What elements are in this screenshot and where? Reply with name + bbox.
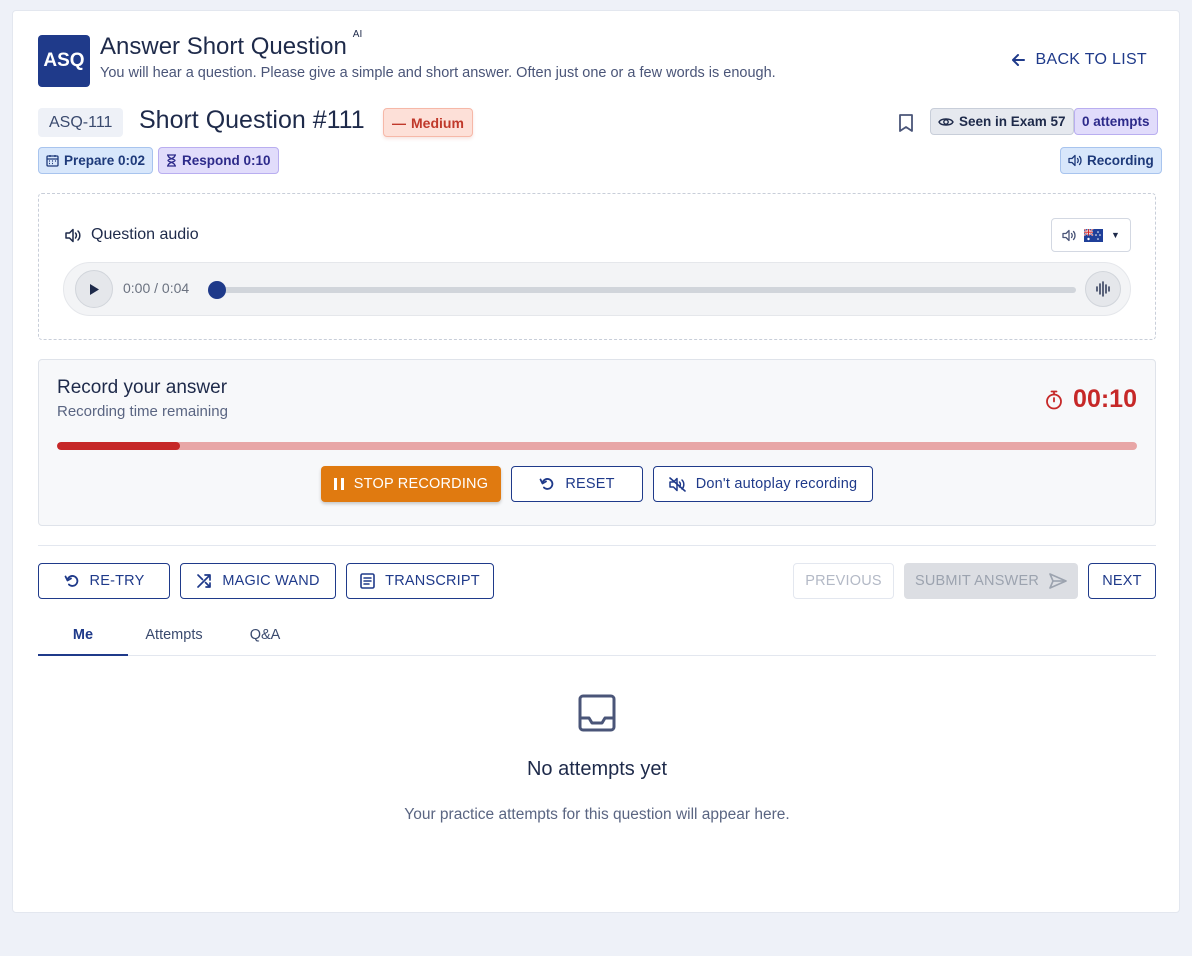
shuffle-icon	[197, 574, 212, 588]
asq-logo: ASQ	[38, 35, 90, 87]
eye-icon	[938, 117, 954, 126]
respond-label: Respond 0:10	[182, 153, 271, 168]
next-button[interactable]: NEXT	[1088, 563, 1156, 599]
audio-label-text: Question audio	[91, 226, 199, 243]
transcript-label: TRANSCRIPT	[385, 573, 480, 589]
question-id-chip: ASQ-111	[38, 108, 124, 137]
chevron-down-icon: ▼	[1111, 230, 1120, 240]
record-subtitle: Recording time remaining	[57, 403, 228, 420]
hourglass-icon	[167, 154, 176, 167]
submit-label: SUBMIT ANSWER	[915, 573, 1039, 589]
bookmark-icon[interactable]	[897, 113, 915, 133]
dash-icon: —	[392, 114, 406, 131]
pause-icon	[333, 478, 344, 490]
audio-seek-handle[interactable]	[208, 281, 226, 299]
stopwatch-icon	[1046, 390, 1062, 409]
inbox-icon	[578, 694, 616, 732]
back-label: BACK TO LIST	[1035, 51, 1147, 68]
tab-me[interactable]: Me	[38, 627, 128, 656]
retry-button[interactable]: RE-TRY	[38, 563, 170, 599]
recording-mode-badge: Recording	[1060, 147, 1162, 174]
record-title: Record your answer	[57, 377, 228, 398]
recording-progress-fill	[57, 442, 181, 450]
reset-label: RESET	[565, 476, 615, 492]
rotate-left-icon	[539, 478, 554, 490]
section-divider	[38, 545, 1156, 546]
rotate-left-icon	[64, 575, 78, 587]
document-icon	[360, 573, 375, 589]
attempts-count-badge: 0 attempts	[1074, 108, 1158, 135]
prepare-label: Prepare 0:02	[64, 153, 146, 168]
calendar-icon	[46, 155, 59, 167]
play-icon	[89, 283, 99, 295]
difficulty-badge: — Medium	[383, 108, 473, 137]
speaker-icon	[1068, 154, 1082, 167]
record-answer-panel: Record your answer Recording time remain…	[38, 359, 1156, 526]
mode-label: Recording	[1087, 153, 1154, 168]
page-title: Answer Short Question AI	[100, 29, 362, 61]
speaker-icon	[1062, 229, 1076, 241]
question-title: Short Question #111	[139, 106, 365, 134]
audio-player: 0:00 / 0:04	[63, 262, 1131, 316]
tab-qa[interactable]: Q&A	[233, 627, 297, 656]
send-icon	[1049, 573, 1067, 589]
difficulty-label: Medium	[411, 114, 464, 131]
australia-flag-icon	[1084, 228, 1104, 242]
autoplay-label: Don't autoplay recording	[695, 476, 858, 492]
prepare-time-badge: Prepare 0:02	[38, 147, 154, 174]
timer-value: 00:10	[1073, 385, 1137, 413]
recording-progress-bar	[57, 442, 1137, 450]
ai-tag: AI	[352, 29, 363, 40]
back-to-list-button[interactable]: BACK TO LIST	[1010, 51, 1148, 69]
tab-attempts[interactable]: Attempts	[131, 627, 217, 656]
seen-label: Seen in Exam 57	[959, 114, 1066, 129]
speaker-muted-icon	[668, 476, 686, 492]
page-title-text: Answer Short Question	[100, 33, 347, 60]
magic-wand-label: MAGIC WAND	[222, 573, 320, 589]
stop-recording-button[interactable]: STOP RECORDING	[321, 466, 501, 502]
transcript-button[interactable]: TRANSCRIPT	[346, 563, 494, 599]
audio-time: 0:00 / 0:04	[123, 280, 190, 296]
audio-seek-track[interactable]	[210, 287, 1076, 293]
seen-in-exam-badge: Seen in Exam 57	[930, 108, 1074, 135]
page-subtitle: You will hear a question. Please give a …	[100, 65, 776, 81]
play-button[interactable]	[75, 270, 113, 308]
magic-wand-button[interactable]: MAGIC WAND	[180, 563, 336, 599]
arrow-left-icon	[1011, 54, 1025, 66]
reset-button[interactable]: RESET	[511, 466, 643, 502]
empty-state-text: Your practice attempts for this question…	[404, 806, 790, 823]
previous-button[interactable]: PREVIOUS	[793, 563, 894, 599]
submit-answer-button[interactable]: SUBMIT ANSWER	[904, 563, 1078, 599]
waveform-icon	[1096, 281, 1110, 297]
question-audio-panel: Question audio ▼ 0:00 / 0:04	[38, 193, 1156, 340]
audio-accent-dropdown[interactable]: ▼	[1051, 218, 1131, 252]
empty-state-title: No attempts yet	[526, 758, 668, 780]
retry-label: RE-TRY	[89, 573, 145, 589]
speaker-icon	[65, 228, 81, 242]
stop-recording-label: STOP RECORDING	[353, 476, 489, 492]
recording-timer: 00:10	[1045, 385, 1137, 414]
respond-time-badge: Respond 0:10	[158, 147, 279, 174]
main-card: ASQ Answer Short Question AI You will hea…	[12, 10, 1180, 913]
autoplay-toggle-button[interactable]: Don't autoplay recording	[653, 466, 873, 502]
waveform-button[interactable]	[1085, 271, 1121, 307]
audio-label: Question audio	[65, 226, 199, 244]
